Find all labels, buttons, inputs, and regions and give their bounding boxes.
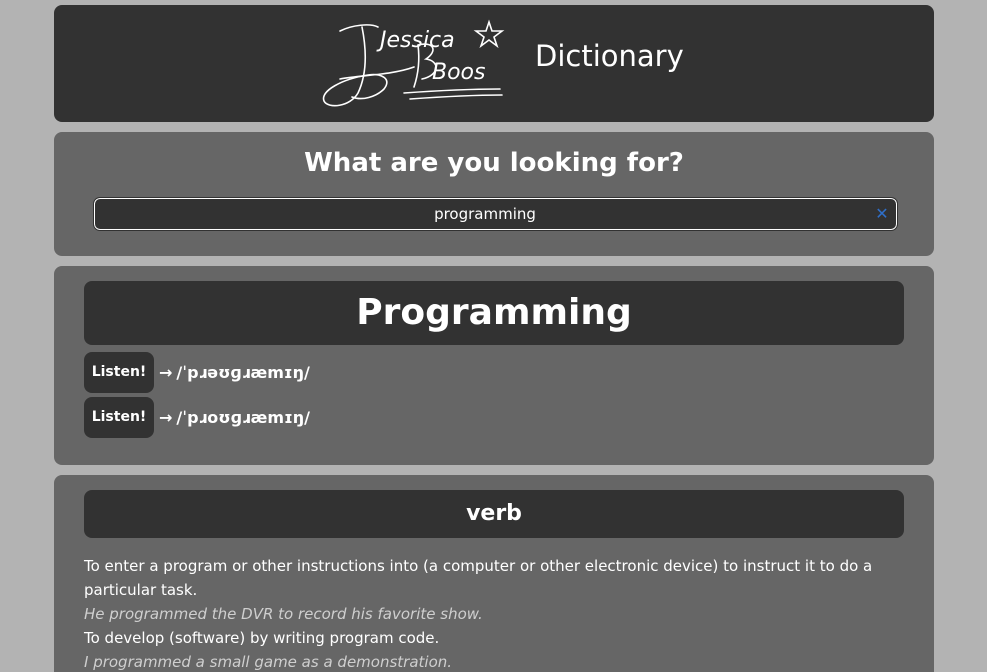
pronunciation-row: Listen! → /ˈpɹoʊɡɹæmɪŋ/: [84, 396, 310, 438]
definitions-list: To enter a program or other instructions…: [84, 554, 904, 672]
site-header: Jessica Boos Dictionary: [54, 5, 934, 122]
listen-button[interactable]: Listen!: [84, 351, 154, 393]
close-icon[interactable]: ✕: [874, 205, 890, 223]
example-text: He programmed the DVR to record his favo…: [84, 605, 483, 623]
arrow-icon: →: [159, 362, 173, 382]
pronunciation-row: Listen! → /ˈpɹəʊɡɹæmɪŋ/: [84, 351, 310, 393]
logo-text-last: Boos: [432, 60, 485, 85]
listen-button[interactable]: Listen!: [84, 396, 154, 438]
phonetic-text: /ˈpɹoʊɡɹæmɪŋ/: [176, 407, 311, 427]
word-title: Programming: [84, 281, 904, 345]
jessica-boos-signature-logo: Jessica Boos: [322, 19, 505, 107]
definition-text: To develop (software) by writing program…: [84, 629, 440, 647]
definition-text: To enter a program or other instructions…: [84, 557, 873, 599]
phonetic-text: /ˈpɹəʊɡɹæmɪŋ/: [176, 362, 310, 382]
logo-text-first: Jessica: [376, 28, 455, 53]
search-panel: What are you looking for? ✕: [54, 132, 934, 256]
site-title: Dictionary: [535, 39, 684, 73]
word-panel: Programming Listen! → /ˈpɹəʊɡɹæmɪŋ/ List…: [54, 266, 934, 465]
meaning-panel: verb To enter a program or other instruc…: [54, 475, 934, 672]
search-box[interactable]: ✕: [93, 197, 898, 231]
search-input[interactable]: [95, 199, 875, 229]
example-text: I programmed a small game as a demonstra…: [84, 653, 453, 671]
part-of-speech-title: verb: [84, 490, 904, 538]
search-heading: What are you looking for?: [304, 148, 684, 178]
arrow-icon: →: [159, 407, 173, 427]
